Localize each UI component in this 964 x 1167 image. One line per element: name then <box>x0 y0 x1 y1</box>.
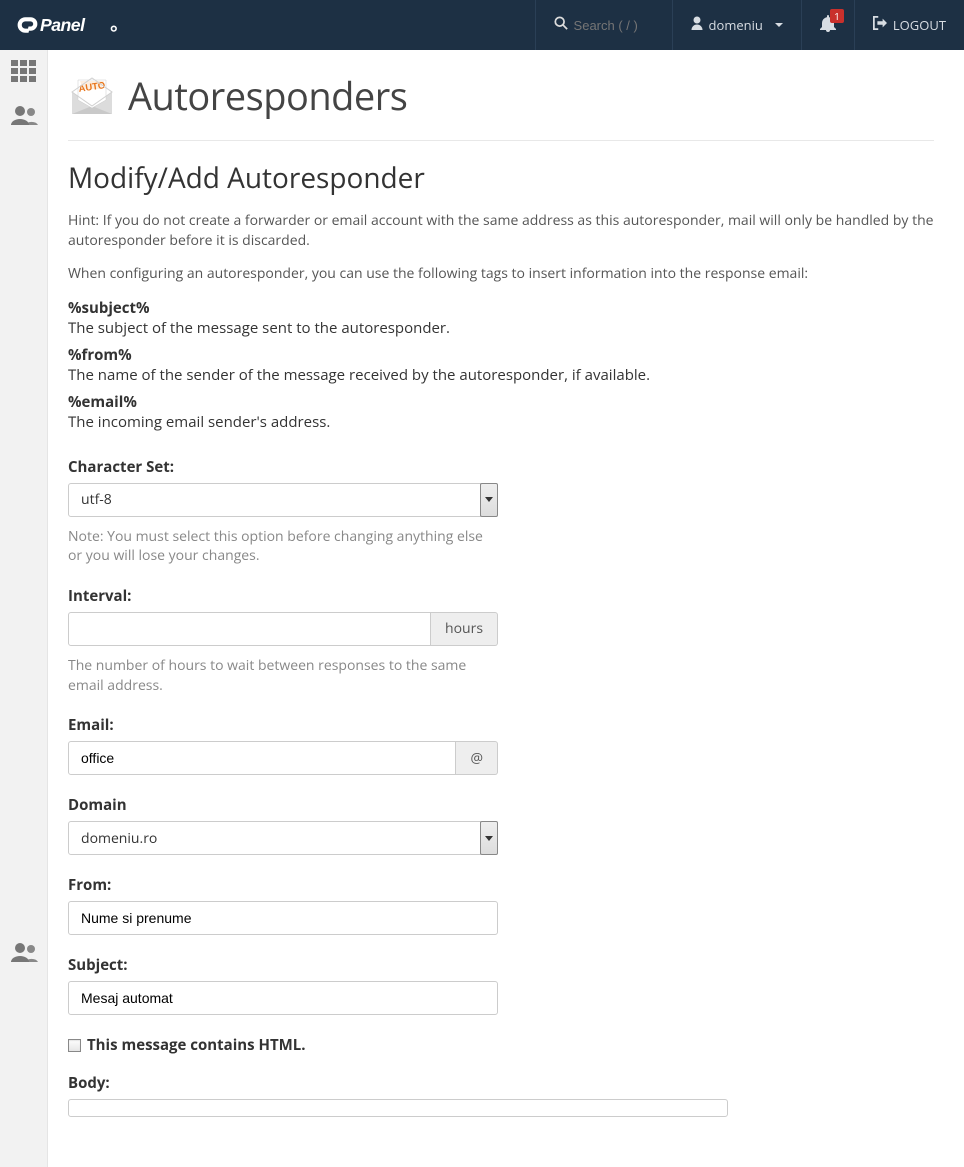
body-label: Body: <box>68 1073 728 1093</box>
tags-intro-text: When configuring an autoresponder, you c… <box>68 264 934 284</box>
search-box[interactable] <box>535 0 672 50</box>
caret-down-icon <box>775 23 783 27</box>
logout-icon <box>873 16 887 34</box>
charset-label: Character Set: <box>68 457 498 477</box>
from-label: From: <box>68 875 498 895</box>
tag-from-desc: The name of the sender of the message re… <box>68 365 650 385</box>
html-checkbox[interactable] <box>68 1039 81 1052</box>
sidebar-item-users-bottom[interactable] <box>10 942 38 967</box>
svg-text:Panel: Panel <box>40 15 86 35</box>
tag-definitions: %subject% The subject of the message sen… <box>68 298 934 433</box>
left-sidebar <box>0 50 48 1167</box>
domain-select[interactable]: domeniu.ro <box>68 821 498 855</box>
email-label: Email: <box>68 715 498 735</box>
html-checkbox-row[interactable]: This message contains HTML. <box>68 1035 934 1055</box>
domain-label: Domain <box>68 795 498 815</box>
domain-dropdown-button[interactable] <box>480 821 498 855</box>
from-input[interactable] <box>68 901 498 935</box>
search-icon <box>554 16 568 34</box>
charset-select[interactable]: utf-8 <box>68 483 498 517</box>
page-title: Autoresponders <box>128 70 407 122</box>
chevron-down-icon <box>485 497 493 502</box>
email-input[interactable] <box>68 741 456 775</box>
notification-count-badge: 1 <box>830 9 844 23</box>
autoresponder-icon: AUTO <box>68 76 116 116</box>
tag-from-key: %from% <box>68 345 934 365</box>
body-textarea[interactable] <box>68 1099 728 1117</box>
html-checkbox-label: This message contains HTML. <box>87 1035 306 1055</box>
sidebar-item-users[interactable] <box>10 105 38 130</box>
subject-label: Subject: <box>68 955 498 975</box>
hint-text: Hint: If you do not create a forwarder o… <box>68 211 934 250</box>
charset-note: Note: You must select this option before… <box>68 527 488 566</box>
notifications-button[interactable]: 1 <box>801 0 854 50</box>
interval-addon: hours <box>431 612 498 646</box>
email-group: Email: @ <box>68 715 498 775</box>
interval-input[interactable] <box>68 612 431 646</box>
logout-button[interactable]: LOGOUT <box>854 0 964 50</box>
user-menu[interactable]: domeniu <box>672 0 801 50</box>
page-subtitle: Modify/Add Autoresponder <box>68 159 934 197</box>
tag-subject-desc: The subject of the message sent to the a… <box>68 318 450 338</box>
chevron-down-icon <box>485 836 493 841</box>
from-group: From: <box>68 875 498 935</box>
search-input[interactable] <box>574 18 654 33</box>
domain-group: Domain domeniu.ro <box>68 795 498 855</box>
domain-value: domeniu.ro <box>68 821 481 855</box>
main-content: AUTO Autoresponders Modify/Add Autorespo… <box>48 50 964 1167</box>
sidebar-item-apps[interactable] <box>11 60 37 87</box>
interval-label: Interval: <box>68 586 498 606</box>
top-navbar: Panel domeniu 1 LOGOUT <box>0 0 964 50</box>
charset-value: utf-8 <box>68 483 481 517</box>
interval-group: Interval: hours The number of hours to w… <box>68 586 498 695</box>
subject-group: Subject: <box>68 955 498 1015</box>
charset-dropdown-button[interactable] <box>480 483 498 517</box>
interval-note: The number of hours to wait between resp… <box>68 656 488 695</box>
cpanel-logo[interactable]: Panel <box>0 0 144 50</box>
tag-email-desc: The incoming email sender's address. <box>68 412 330 432</box>
logout-label: LOGOUT <box>893 16 946 34</box>
tag-email-key: %email% <box>68 392 934 412</box>
subject-input[interactable] <box>68 981 498 1015</box>
user-icon <box>691 16 703 34</box>
charset-group: Character Set: utf-8 Note: You must sele… <box>68 457 498 566</box>
tag-subject-key: %subject% <box>68 298 934 318</box>
user-label: domeniu <box>709 16 763 34</box>
body-group: Body: <box>68 1073 728 1117</box>
email-at-addon: @ <box>456 741 498 775</box>
